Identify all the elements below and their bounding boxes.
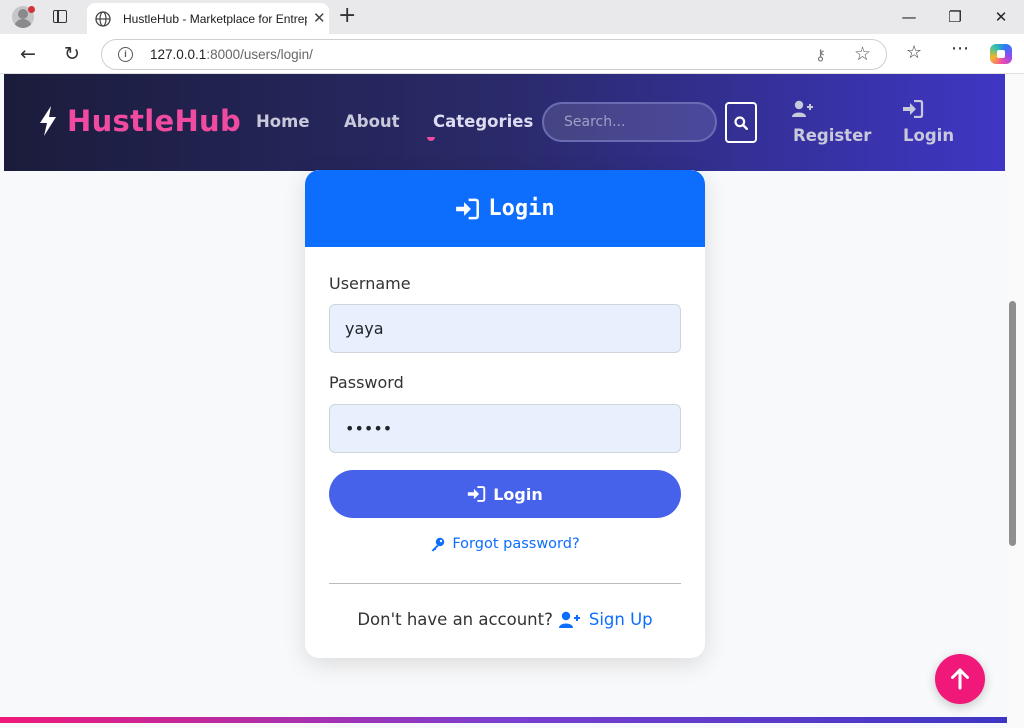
favorites-icon[interactable]: ☆ (906, 42, 922, 63)
brand-logo[interactable]: HustleHub (37, 104, 241, 138)
refresh-icon[interactable]: ↻ (61, 43, 83, 65)
login-submit-button[interactable]: Login (329, 470, 681, 518)
login-submit-label: Login (493, 484, 543, 504)
tab-close-icon[interactable]: ✕ (313, 11, 326, 26)
browser-tab[interactable]: HustleHub - Marketplace for Entrepreneur… (87, 3, 329, 34)
minimize-button[interactable]: — (899, 7, 919, 27)
login-card-header: Login (305, 170, 705, 247)
scroll-to-top-button[interactable] (935, 654, 985, 704)
login-card-title: Login (488, 196, 555, 221)
search-icon (734, 115, 748, 130)
nav-home-link[interactable]: Home (256, 112, 310, 131)
address-bar-row: ← ↻ i 127.0.0.1:8000/users/login/ ⚷ ☆ ☆ … (0, 34, 1024, 74)
brand-name: HustleHub (67, 104, 242, 138)
bolt-icon (40, 106, 56, 136)
more-menu-icon[interactable]: ⋯ (951, 38, 969, 59)
url-path: :8000/users/login/ (206, 47, 313, 62)
user-plus-icon (558, 611, 580, 628)
back-arrow-icon[interactable]: ← (17, 43, 39, 65)
nav-register-link[interactable]: Register (793, 126, 871, 145)
key-icon (431, 537, 445, 551)
page-scrollbar[interactable] (1007, 74, 1024, 728)
page-viewport: HustleHub Home About Categories Register… (0, 74, 1007, 728)
window-close-button[interactable]: ✕ (991, 7, 1011, 27)
favorite-star-icon[interactable]: ☆ (854, 43, 871, 65)
search-input[interactable] (542, 102, 717, 142)
globe-icon (95, 10, 111, 27)
password-label: Password (329, 373, 404, 392)
site-info-icon[interactable]: i (118, 47, 133, 62)
forgot-password-label: Forgot password? (452, 536, 580, 552)
notification-dot (28, 6, 35, 13)
url-host: 127.0.0.1 (150, 47, 207, 62)
forgot-password-link[interactable]: Forgot password? (305, 536, 705, 552)
no-account-text: Don't have an account? (357, 610, 553, 629)
sign-in-icon (903, 100, 924, 118)
divider (329, 583, 681, 584)
password-field[interactable] (329, 404, 681, 453)
maximize-button[interactable]: ❐ (945, 7, 965, 27)
password-key-icon[interactable]: ⚷ (815, 46, 826, 64)
url-field[interactable]: i 127.0.0.1:8000/users/login/ ⚷ ☆ (101, 39, 887, 70)
copilot-icon[interactable] (990, 44, 1012, 64)
sign-up-link[interactable]: Sign Up (589, 610, 653, 629)
new-tab-button[interactable]: + (338, 5, 356, 27)
signup-row: Don't have an account? Sign Up (305, 610, 705, 629)
scrollbar-thumb[interactable] (1009, 301, 1016, 546)
url-text: 127.0.0.1:8000/users/login/ (150, 47, 313, 62)
site-navbar: HustleHub Home About Categories Register… (4, 74, 1005, 171)
nav-login-link[interactable]: Login (903, 126, 954, 145)
nav-categories-link[interactable]: Categories (433, 112, 533, 131)
username-field[interactable] (329, 304, 681, 353)
user-plus-icon (792, 100, 813, 117)
search-button[interactable] (725, 102, 757, 143)
arrow-up-icon (951, 668, 969, 690)
username-label: Username (329, 274, 411, 293)
tab-title: HustleHub - Marketplace for Entrepreneur… (123, 11, 307, 26)
tab-actions-icon[interactable] (53, 10, 67, 23)
nav-about-link[interactable]: About (344, 112, 400, 131)
footer-gradient-bar (0, 717, 1007, 723)
sign-in-icon (468, 486, 486, 502)
login-card: Login Username Password Login Forgot pas… (305, 170, 705, 658)
browser-tab-bar: HustleHub - Marketplace for Entrepreneur… (0, 0, 1024, 34)
sign-in-icon (456, 198, 480, 219)
categories-dropdown-indicator (427, 137, 435, 141)
